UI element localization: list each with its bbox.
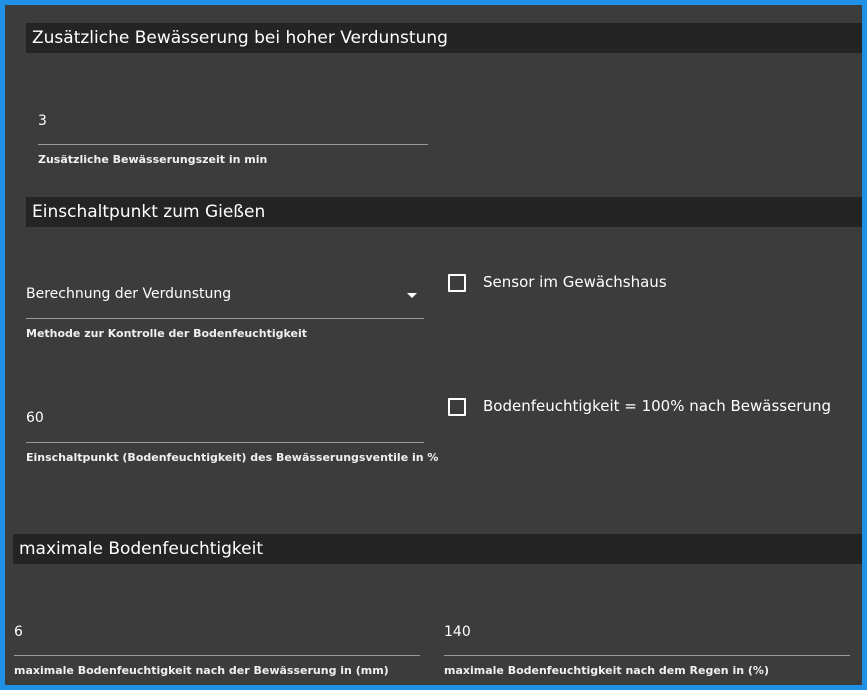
extra-irrigation-time-underline [38,144,428,145]
section-title: maximale Bodenfeuchtigkeit [19,539,264,559]
checkbox-greenhouse-label: Sensor im Gewächshaus [483,273,667,291]
checkbox-greenhouse[interactable]: Sensor im Gewächshaus [447,271,807,295]
checkbox-unchecked-icon[interactable] [448,274,466,292]
checkbox-soil-full-label: Bodenfeuchtigkeit = 100% nach Bewässerun… [483,397,832,415]
method-select-underline [26,318,424,319]
section-title: Einschaltpunkt zum Gießen [32,202,266,222]
switch-point-help: Einschaltpunkt (Bodenfeuchtigkeit) des B… [26,451,439,464]
method-select-value: Berechnung der Verdunstung [26,286,232,302]
checkbox-unchecked-icon[interactable] [448,398,466,416]
max-soil-after-irrigation-underline [14,655,420,656]
section-header-max-soil: maximale Bodenfeuchtigkeit [13,534,862,564]
checkbox-soil-full[interactable]: Bodenfeuchtigkeit = 100% nach Bewässerun… [447,395,857,419]
extra-irrigation-time-help: Zusätzliche Bewässerungszeit in min [38,153,268,166]
switch-point-underline [26,442,424,443]
section-header-extra-irrigation: Zusätzliche Bewässerung bei hoher Verdun… [26,23,862,53]
max-soil-after-rain-help: maximale Bodenfeuchtigkeit nach dem Rege… [444,664,769,677]
max-soil-after-rain-input[interactable]: 140 [444,624,850,644]
extra-irrigation-time-input[interactable]: 3 [38,113,428,133]
chevron-down-icon [407,293,417,298]
switch-point-input[interactable]: 60 [26,410,424,430]
max-soil-after-irrigation-input[interactable]: 6 [14,624,420,644]
max-soil-after-rain-underline [444,655,850,656]
settings-panel: Zusätzliche Bewässerung bei hoher Verdun… [0,0,867,690]
section-header-switch-point: Einschaltpunkt zum Gießen [26,197,862,227]
method-select-help: Methode zur Kontrolle der Bodenfeuchtigk… [26,327,308,340]
method-select[interactable]: Berechnung der Verdunstung [26,283,424,317]
section-title: Zusätzliche Bewässerung bei hoher Verdun… [32,28,448,48]
max-soil-after-irrigation-help: maximale Bodenfeuchtigkeit nach der Bewä… [14,664,389,677]
